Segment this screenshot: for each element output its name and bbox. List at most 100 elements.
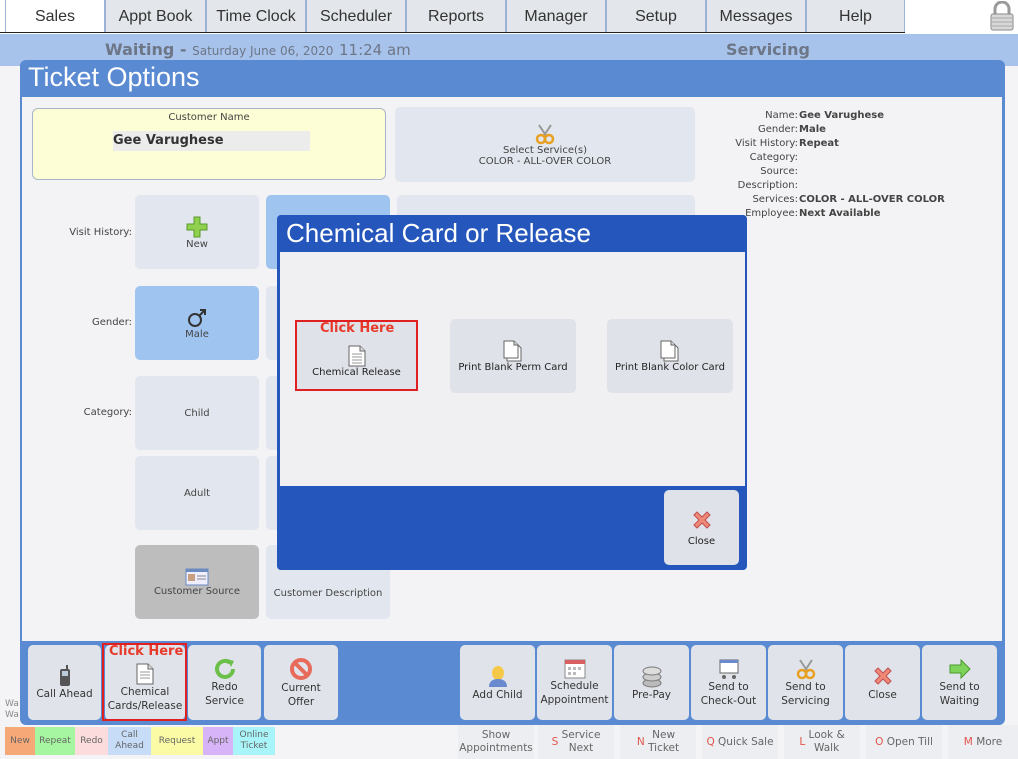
select-services-label: Select Service(s) [503, 144, 587, 156]
visit-new-label: New [186, 238, 208, 250]
ticket-summary: Name: Gee Varughese Gender: Male Visit His… [700, 109, 945, 221]
gender-male-label: Male [185, 328, 209, 340]
shortcut-key: N [636, 735, 645, 748]
padlock-icon[interactable] [989, 1, 1015, 31]
summary-value [798, 165, 799, 179]
current-offer-button[interactable]: Current Offer [264, 645, 338, 720]
panel-title: Ticket Options [28, 62, 200, 92]
truncated-waiting-text: Wa Wa [5, 699, 19, 720]
legend-call-ahead: Call Ahead [108, 727, 151, 755]
tab-reports[interactable]: Reports [406, 0, 506, 33]
summary-row-description: Description: [700, 179, 945, 193]
call-ahead-label: Call Ahead [36, 687, 93, 700]
send-to-servicing-button[interactable]: Send to Servicing [768, 645, 843, 720]
summary-row-name: Name: Gee Varughese [700, 109, 945, 123]
id-card-icon [185, 568, 209, 586]
redo-service-button[interactable]: Redo Service [188, 645, 261, 720]
shortcut-key: O [875, 735, 884, 748]
shortcut-key: Q [706, 735, 715, 748]
schedule-appointment-button[interactable]: Schedule Appointment [537, 645, 612, 720]
show-appointments-button[interactable]: Show Appointments [458, 725, 534, 759]
send-to-waiting-label: Send to Waiting [939, 680, 980, 707]
summary-value: Male [799, 124, 826, 135]
send-to-checkout-button[interactable]: Send to Check-Out [691, 645, 766, 720]
shortcut-label: Show Appointments [459, 729, 533, 754]
visit-new-button[interactable]: New [135, 195, 259, 269]
send-to-waiting-button[interactable]: Send to Waiting [922, 645, 997, 720]
scissors-icon [534, 123, 556, 145]
tab-appt-book[interactable]: Appt Book [105, 0, 206, 33]
waiting-label: Waiting - [105, 40, 187, 59]
tab-manager[interactable]: Manager [506, 0, 606, 33]
selected-service: COLOR - ALL-OVER COLOR [478, 155, 612, 167]
print-blank-color-card-label: Print Blank Color Card [615, 361, 725, 373]
print-blank-color-card-button[interactable]: Print Blank Color Card [607, 319, 733, 393]
dialog-close-label: Close [687, 536, 716, 547]
select-services-button[interactable]: Select Service(s) COLOR - ALL-OVER COLOR [395, 107, 695, 182]
shortcut-label: More [976, 735, 1003, 748]
print-blank-perm-card-button[interactable]: Print Blank Perm Card [450, 319, 576, 393]
summary-row-gender: Gender: Male [700, 123, 945, 137]
no-sign-icon [289, 657, 313, 681]
tab-scheduler[interactable]: Scheduler [306, 0, 406, 33]
shortcut-label: Quick Sale [718, 735, 774, 748]
shortcut-label: New Ticket [648, 729, 680, 754]
close-ticket-button[interactable]: Close [845, 645, 920, 720]
shortcut-label: Look & Walk [808, 729, 845, 754]
open-till-button[interactable]: O Open Till [866, 725, 942, 759]
summary-row-services: Services: COLOR - ALL-OVER COLOR [700, 193, 945, 207]
quick-sale-button[interactable]: Q Quick Sale [702, 725, 778, 759]
pre-pay-button[interactable]: Pre-Pay [614, 645, 689, 720]
add-child-label: Add Child [472, 688, 523, 701]
add-child-button[interactable]: Add Child [460, 645, 535, 720]
pre-pay-label: Pre-Pay [632, 688, 671, 701]
gender-male-button[interactable]: Male [135, 286, 259, 360]
dialog-title: Chemical Card or Release [286, 218, 591, 248]
category-adult-button[interactable]: Adult [135, 456, 259, 530]
plus-icon [185, 215, 209, 239]
customer-description-label: Customer Description [273, 587, 383, 599]
redo-service-label: Redo Service [205, 680, 244, 707]
visit-history-label: Visit History: [69, 227, 132, 238]
customer-name-field[interactable]: Gee Varughese [113, 131, 310, 151]
summary-key: Category: [749, 152, 798, 163]
customer-source-button[interactable]: Customer Source [135, 545, 259, 619]
summary-value [798, 151, 799, 165]
coin-stack-icon [641, 664, 663, 688]
new-ticket-button[interactable]: N New Ticket [620, 725, 696, 759]
top-navigation: Sales Appt Book Time Clock Scheduler Rep… [0, 0, 1018, 34]
summary-key: Services: [752, 194, 798, 205]
legend-redo: Redo [75, 727, 108, 755]
category-child-button[interactable]: Child [135, 376, 259, 450]
close-x-icon [690, 508, 714, 532]
click-here-annotation: Click Here [320, 321, 395, 336]
customer-source-label: Customer Source [153, 585, 241, 597]
current-time: 11:24 am [338, 41, 411, 59]
look-and-walk-button[interactable]: L Look & Walk [784, 725, 860, 759]
summary-key: Description: [737, 180, 798, 191]
send-to-checkout-label: Send to Check-Out [700, 680, 757, 707]
summary-row-category: Category: [700, 151, 945, 165]
summary-key: Source: [760, 166, 798, 177]
tab-setup[interactable]: Setup [606, 0, 706, 33]
documents-icon [503, 340, 523, 362]
summary-value: COLOR - ALL-OVER COLOR [799, 194, 945, 205]
close-x-icon [871, 664, 895, 688]
service-next-button[interactable]: S Service Next [538, 725, 614, 759]
tab-messages[interactable]: Messages [706, 0, 806, 33]
calendar-icon [564, 659, 586, 679]
tab-sales[interactable]: Sales [5, 0, 105, 33]
person-icon [487, 664, 509, 688]
category-adult-label: Adult [183, 487, 211, 499]
tab-time-clock[interactable]: Time Clock [206, 0, 306, 33]
tab-help[interactable]: Help [806, 0, 905, 33]
click-here-annotation: Click Here [109, 644, 184, 659]
dialog-close-button[interactable]: Close [664, 490, 739, 565]
servicing-header: Servicing [726, 40, 810, 59]
more-button[interactable]: M More [948, 725, 1018, 759]
summary-key: Name: [765, 110, 798, 121]
call-ahead-button[interactable]: Call Ahead [28, 645, 101, 720]
summary-row-visit-history: Visit History: Repeat [700, 137, 945, 151]
right-arrow-icon [948, 658, 972, 680]
shortcut-key: S [551, 735, 559, 748]
